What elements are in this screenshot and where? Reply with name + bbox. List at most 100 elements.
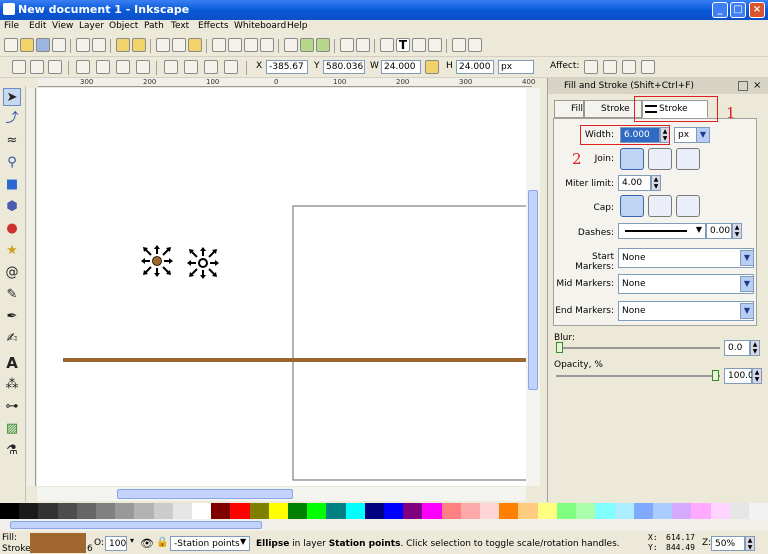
- opacity-slider-handle[interactable]: [712, 370, 719, 381]
- h-field[interactable]: 24.000: [456, 60, 494, 74]
- start-markers-select[interactable]: None: [618, 248, 754, 268]
- menu-effects[interactable]: Effects: [198, 21, 229, 31]
- palette-swatch[interactable]: [38, 503, 58, 519]
- copy-icon[interactable]: [156, 38, 170, 52]
- palette-swatch[interactable]: [192, 503, 212, 519]
- join-bevel-button[interactable]: [676, 148, 700, 170]
- palette-swatch[interactable]: [345, 503, 365, 519]
- affect-gradient-icon[interactable]: [622, 60, 636, 74]
- unlink-clone-icon[interactable]: [316, 38, 330, 52]
- blur-spinner[interactable]: ▲ ▼: [750, 340, 760, 356]
- palette-swatch[interactable]: [672, 503, 692, 519]
- minimize-button[interactable]: _: [712, 2, 728, 18]
- end-markers-select[interactable]: None: [618, 301, 754, 321]
- palette-swatch[interactable]: [96, 503, 116, 519]
- cut-icon[interactable]: [172, 38, 186, 52]
- palette-swatch[interactable]: [691, 503, 711, 519]
- palette-swatch[interactable]: [268, 503, 289, 519]
- cap-butt-button[interactable]: [620, 195, 644, 217]
- affect-pattern-icon[interactable]: [641, 60, 655, 74]
- palette-swatch[interactable]: [115, 503, 135, 519]
- xml-editor-icon[interactable]: [412, 38, 426, 52]
- palette-swatch[interactable]: [614, 503, 634, 519]
- group-icon[interactable]: [340, 38, 354, 52]
- dropper-tool-icon[interactable]: ⚗: [3, 442, 21, 460]
- palette-swatch[interactable]: [729, 503, 749, 519]
- palette-swatch[interactable]: [288, 503, 308, 519]
- palette-scrollbar[interactable]: [0, 519, 768, 531]
- palette-swatch[interactable]: [364, 503, 385, 519]
- rectangle-tool-icon[interactable]: ■: [3, 176, 21, 194]
- blur-slider-handle[interactable]: [556, 342, 563, 353]
- calligraphy-tool-icon[interactable]: ✍: [3, 330, 21, 348]
- zoom-selection-icon[interactable]: [212, 38, 226, 52]
- palette-swatch[interactable]: [403, 503, 423, 519]
- drawing-canvas[interactable]: [37, 88, 526, 486]
- palette-swatch[interactable]: [480, 503, 500, 519]
- palette-swatch[interactable]: [326, 503, 346, 519]
- blur-slider[interactable]: [556, 347, 720, 349]
- dash-dropdown-icon[interactable]: ▼: [692, 223, 706, 239]
- flip-horizontal-icon[interactable]: [116, 60, 130, 74]
- clone-icon[interactable]: [300, 38, 314, 52]
- affect-stroke-icon[interactable]: [584, 60, 598, 74]
- palette-swatch[interactable]: [384, 503, 404, 519]
- x-field[interactable]: -385.67: [266, 60, 308, 74]
- print-icon[interactable]: [52, 38, 66, 52]
- join-miter-button[interactable]: [620, 148, 644, 170]
- canvas-horizontal-scrollbar[interactable]: [37, 487, 526, 501]
- menu-whiteboard[interactable]: Whiteboard: [234, 21, 286, 31]
- palette-swatch[interactable]: [422, 503, 442, 519]
- connector-tool-icon[interactable]: ⊶: [3, 398, 21, 416]
- palette-swatch[interactable]: [153, 503, 173, 519]
- palette-swatch[interactable]: [172, 503, 193, 519]
- start-markers-dropdown-icon[interactable]: ▼: [740, 250, 754, 266]
- palette-swatch[interactable]: [633, 503, 653, 519]
- menu-object[interactable]: Object: [109, 21, 138, 31]
- canvas-vertical-scrollbar[interactable]: [526, 88, 540, 486]
- miter-limit-input[interactable]: 4.00: [618, 175, 651, 191]
- mid-markers-select[interactable]: None: [618, 274, 754, 294]
- palette-swatch[interactable]: [0, 503, 20, 519]
- affect-corners-icon[interactable]: [603, 60, 617, 74]
- ellipse-tool-icon[interactable]: ●: [3, 220, 21, 238]
- palette-swatch[interactable]: [537, 503, 557, 519]
- cap-round-button[interactable]: [648, 195, 672, 217]
- pen-tool-icon[interactable]: ✒: [3, 308, 21, 326]
- palette-swatch[interactable]: [710, 503, 730, 519]
- dash-offset-input[interactable]: 0.00: [706, 223, 732, 239]
- opacity-spinner[interactable]: ▲ ▼: [752, 368, 762, 384]
- gradient-tool-icon[interactable]: ▨: [3, 420, 21, 438]
- opacity-status-input[interactable]: 100: [105, 536, 127, 551]
- star-tool-icon[interactable]: ★: [3, 242, 21, 260]
- palette-swatch[interactable]: [748, 503, 768, 519]
- pencil-tool-icon[interactable]: ✎: [3, 286, 21, 304]
- select-all-icon[interactable]: [12, 60, 26, 74]
- palette-swatch[interactable]: [307, 503, 327, 519]
- menu-layer[interactable]: Layer: [79, 21, 104, 31]
- opacity-status-spinner[interactable]: ▾: [130, 536, 136, 551]
- open-folder-icon[interactable]: [20, 38, 34, 52]
- color-palette[interactable]: [0, 503, 768, 519]
- text-tool-icon[interactable]: A: [3, 354, 21, 372]
- duplicate-icon[interactable]: [284, 38, 298, 52]
- align-distribute-icon[interactable]: [428, 38, 442, 52]
- dash-offset-spinner[interactable]: ▲ ▼: [732, 223, 742, 239]
- flip-vertical-icon[interactable]: [136, 60, 150, 74]
- spray-tool-icon[interactable]: ⁂: [3, 376, 21, 394]
- node-tool-icon[interactable]: ⤴: [3, 110, 21, 128]
- raise-to-top-icon[interactable]: [164, 60, 178, 74]
- menu-help[interactable]: Help: [287, 21, 308, 31]
- zoom-drawing-icon[interactable]: [228, 38, 242, 52]
- lower-icon[interactable]: [204, 60, 218, 74]
- opacity-slider[interactable]: [556, 375, 720, 377]
- miter-limit-spinner[interactable]: ▲ ▼: [651, 175, 661, 191]
- panel-close-icon[interactable]: ×: [753, 80, 761, 91]
- tweak-tool-icon[interactable]: ≈: [3, 132, 21, 150]
- w-field[interactable]: 24.000: [381, 60, 421, 74]
- y-field[interactable]: 580.036: [323, 60, 365, 74]
- text-dialog-icon[interactable]: T: [396, 38, 410, 52]
- ungroup-icon[interactable]: [356, 38, 370, 52]
- palette-swatch[interactable]: [76, 503, 97, 519]
- redo-icon[interactable]: [132, 38, 146, 52]
